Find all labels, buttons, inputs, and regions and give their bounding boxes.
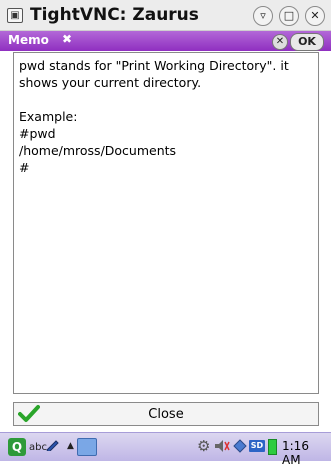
pen-icon[interactable] (46, 439, 60, 451)
speaker-icon[interactable] (214, 439, 230, 453)
ok-button[interactable]: OK (290, 33, 324, 51)
input-dropdown-icon[interactable]: ▲ (67, 441, 74, 457)
window-controls: ▿ □ ✕ (253, 6, 325, 26)
memo-line: /home/mross/Documents (19, 143, 177, 158)
app-header: Memo ✖ ✕ OK (0, 31, 331, 51)
document-icon[interactable] (77, 438, 97, 456)
network-icon[interactable] (233, 439, 247, 453)
close-label: Close (148, 407, 184, 422)
clock[interactable]: 1:16 AM (282, 439, 331, 467)
minimize-icon[interactable]: ▿ (253, 6, 273, 26)
window-menu-icon[interactable]: ▣ (7, 8, 23, 23)
close-button[interactable]: Close (13, 402, 319, 426)
maximize-icon[interactable]: □ (279, 6, 299, 26)
start-menu-icon[interactable]: Q (8, 438, 26, 456)
memo-line: # (19, 160, 30, 175)
memo-line: #pwd (19, 126, 56, 141)
app-title: Memo (8, 33, 49, 47)
memo-text-area[interactable]: pwd stands for "Print Working Directory"… (13, 52, 319, 394)
memo-line: shows your current directory. (19, 75, 202, 90)
battery-icon[interactable] (268, 439, 277, 455)
app-close-icon[interactable]: ✕ (272, 34, 288, 50)
window-titlebar: ▣ TightVNC: Zaurus ▿ □ ✕ (0, 0, 331, 31)
sd-card-icon[interactable]: SD (249, 440, 265, 452)
memo-line: pwd stands for "Print Working Directory"… (19, 58, 289, 73)
app-pin-icon[interactable]: ✖ (62, 32, 72, 46)
gear-icon[interactable]: ⚙ (197, 437, 210, 455)
window-title: TightVNC: Zaurus (30, 5, 199, 25)
taskbar: Q abc ▲ ⚙ SD 1:16 AM (0, 432, 331, 467)
memo-blank-line (19, 91, 313, 108)
input-method-label[interactable]: abc (29, 442, 47, 458)
memo-line: Example: (19, 109, 78, 124)
close-icon[interactable]: ✕ (305, 6, 325, 26)
